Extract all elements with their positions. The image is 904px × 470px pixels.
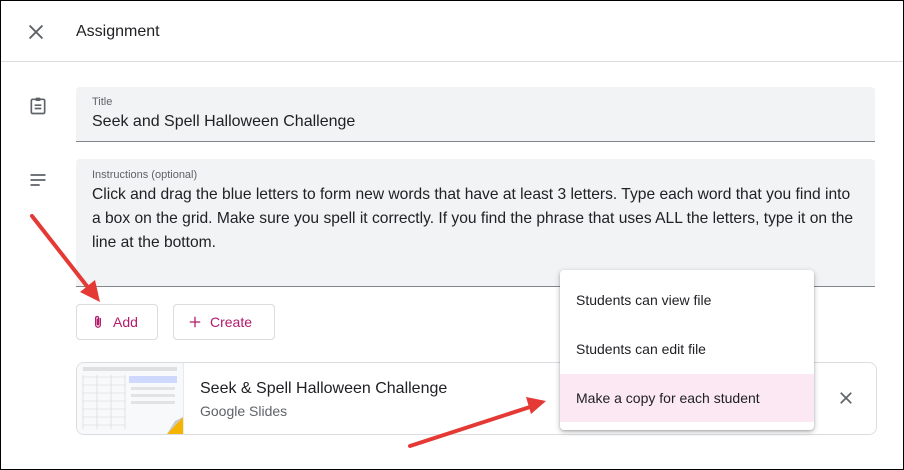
annotation-arrow-copy — [408, 397, 546, 448]
annotation-arrow-add — [30, 214, 100, 302]
annotation-arrows — [30, 214, 546, 448]
